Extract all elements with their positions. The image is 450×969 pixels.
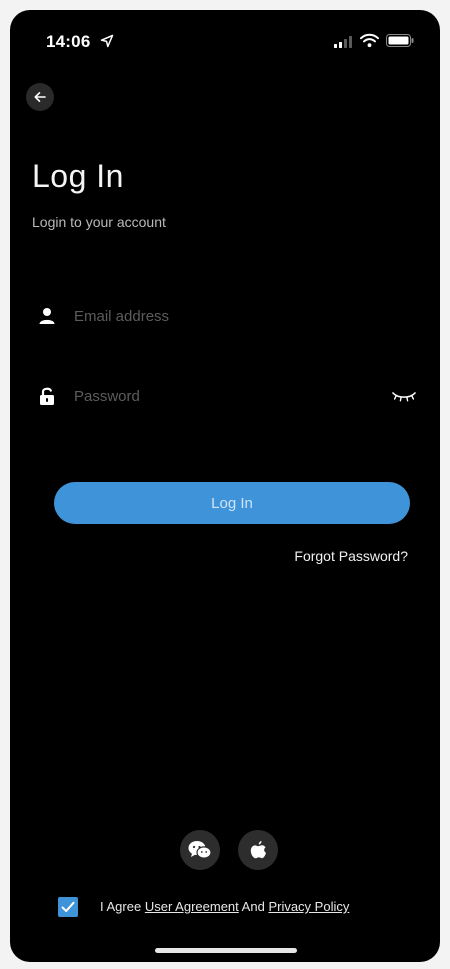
agreement-prefix: I Agree	[100, 899, 142, 914]
arrow-left-icon	[34, 92, 46, 102]
agreement-checkbox[interactable]	[58, 897, 78, 917]
apple-icon	[250, 840, 266, 858]
forgot-password-link[interactable]: Forgot Password?	[294, 548, 408, 564]
email-field-row	[32, 296, 418, 336]
agreement-conjunction: And	[241, 899, 265, 914]
login-screen: 14:06 Log In Login to your account Email…	[10, 10, 440, 962]
page-title: Log In	[32, 158, 124, 194]
wechat-icon	[188, 841, 212, 859]
agreement-text: I Agree User Agreement And Privacy Polic…	[100, 899, 349, 914]
status-time: 14:06	[46, 32, 91, 51]
privacy-policy-link[interactable]: Privacy Policy	[268, 899, 349, 914]
user-icon	[39, 308, 55, 324]
check-icon	[61, 901, 75, 912]
battery-icon	[386, 34, 414, 47]
eye-closed-icon[interactable]	[392, 390, 416, 402]
apple-login-button[interactable]	[238, 830, 278, 870]
password-field-row	[32, 376, 418, 416]
back-button[interactable]	[26, 83, 54, 111]
home-indicator	[155, 948, 297, 953]
login-button[interactable]: Log In	[54, 482, 410, 524]
password-input[interactable]	[74, 380, 374, 412]
device-frame: 14:06 Log In Login to your account Email…	[0, 0, 450, 969]
email-input[interactable]	[74, 300, 374, 332]
lock-icon	[40, 387, 54, 405]
wifi-icon	[360, 33, 379, 48]
agreement-row: I Agree User Agreement And Privacy Polic…	[58, 896, 438, 918]
location-arrow-icon	[100, 34, 114, 48]
user-agreement-link[interactable]: User Agreement	[145, 899, 239, 914]
wechat-login-button[interactable]	[180, 830, 220, 870]
cellular-signal-icon	[334, 36, 352, 48]
page-subtitle: Login to your account	[32, 214, 166, 230]
